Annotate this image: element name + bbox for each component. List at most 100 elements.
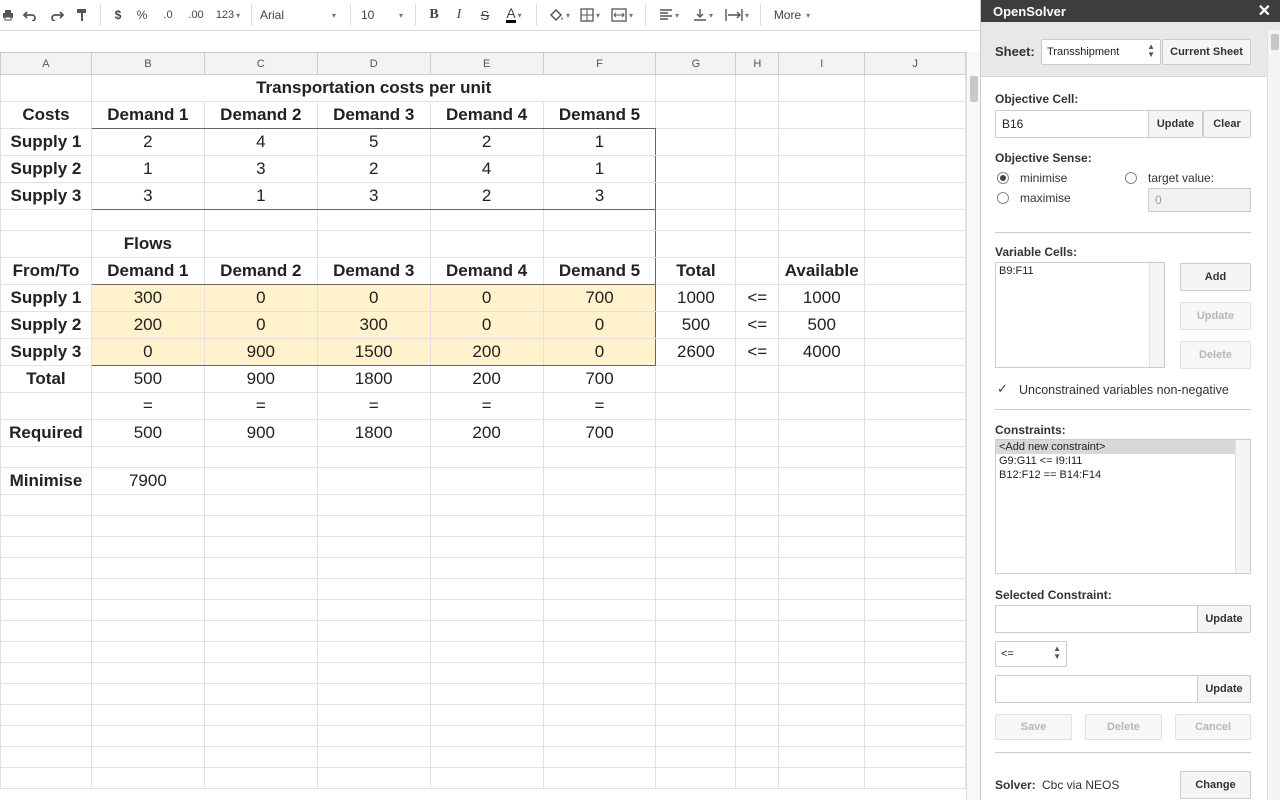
- strikethrough-button[interactable]: S: [472, 0, 498, 30]
- flow-cell[interactable]: 0: [316, 284, 431, 312]
- cost-cell[interactable]: 1: [542, 128, 657, 156]
- decrease-decimals-button[interactable]: .0: [155, 0, 181, 30]
- cell[interactable]: [316, 467, 431, 495]
- cell[interactable]: [864, 536, 966, 558]
- column-total-cell[interactable]: 700: [542, 365, 657, 393]
- cell[interactable]: [735, 467, 780, 495]
- cell[interactable]: [864, 683, 966, 705]
- cell[interactable]: [316, 209, 431, 231]
- cell[interactable]: [655, 419, 737, 447]
- cell[interactable]: [735, 182, 780, 210]
- flow-cell[interactable]: 300: [90, 284, 205, 312]
- cell[interactable]: [90, 209, 205, 231]
- cell[interactable]: [778, 557, 866, 579]
- cell[interactable]: [0, 536, 92, 558]
- demand-header-cell[interactable]: Demand 2: [203, 257, 318, 285]
- column-header[interactable]: E: [429, 52, 544, 75]
- cell[interactable]: [778, 536, 866, 558]
- cell[interactable]: [203, 599, 318, 621]
- cost-cell[interactable]: 2: [316, 155, 431, 183]
- required-cell[interactable]: 200: [429, 419, 544, 447]
- cell[interactable]: [864, 182, 966, 210]
- cell[interactable]: [203, 446, 318, 468]
- cost-cell[interactable]: 1: [203, 182, 318, 210]
- cell[interactable]: [203, 230, 318, 258]
- column-header[interactable]: I: [778, 52, 866, 75]
- cell[interactable]: [429, 683, 544, 705]
- equals-cell[interactable]: =: [203, 392, 318, 420]
- cell[interactable]: [0, 620, 92, 642]
- cancel-constraint-button[interactable]: Cancel: [1175, 714, 1251, 740]
- cell[interactable]: [735, 620, 780, 642]
- cost-cell[interactable]: 1: [90, 155, 205, 183]
- cell[interactable]: [655, 494, 737, 516]
- cell[interactable]: [655, 101, 737, 129]
- column-header[interactable]: A: [0, 52, 92, 75]
- cell[interactable]: [0, 725, 92, 747]
- flow-cell[interactable]: 900: [203, 338, 318, 366]
- constraints-list[interactable]: <Add new constraint> G9:G11 <= I9:I11 B1…: [995, 439, 1251, 574]
- cell[interactable]: [429, 515, 544, 537]
- cell[interactable]: [203, 620, 318, 642]
- cost-cell[interactable]: 2: [90, 128, 205, 156]
- cell[interactable]: [778, 446, 866, 468]
- cell[interactable]: [316, 620, 431, 642]
- demand-header-cell[interactable]: Demand 4: [429, 101, 544, 129]
- cell[interactable]: [316, 515, 431, 537]
- cell[interactable]: [90, 446, 205, 468]
- cell[interactable]: [864, 467, 966, 495]
- cell[interactable]: [90, 662, 205, 684]
- cell[interactable]: [778, 704, 866, 726]
- vertical-scrollbar[interactable]: [966, 52, 981, 800]
- text-wrapping-dropdown[interactable]: ▾: [720, 0, 754, 30]
- cell[interactable]: [90, 725, 205, 747]
- cell[interactable]: [864, 494, 966, 516]
- row-label-cell[interactable]: Supply 3: [0, 338, 92, 366]
- flow-cell[interactable]: 0: [203, 311, 318, 339]
- scrollbar-thumb[interactable]: [1271, 34, 1279, 50]
- cost-cell[interactable]: 3: [90, 182, 205, 210]
- objective-cell-input[interactable]: B16: [995, 110, 1149, 138]
- cell[interactable]: [864, 311, 966, 339]
- cell[interactable]: [542, 494, 657, 516]
- cell[interactable]: [864, 230, 966, 258]
- cell[interactable]: [864, 641, 966, 663]
- row-total-cell[interactable]: 500: [655, 311, 737, 339]
- cell[interactable]: [203, 683, 318, 705]
- cell[interactable]: [203, 746, 318, 768]
- cell[interactable]: [655, 74, 737, 102]
- cell[interactable]: [203, 662, 318, 684]
- cell[interactable]: [655, 641, 737, 663]
- cell[interactable]: [778, 230, 866, 258]
- row-label-cell[interactable]: Supply 2: [0, 155, 92, 183]
- cell[interactable]: [778, 128, 866, 156]
- cell[interactable]: [735, 101, 780, 129]
- cell[interactable]: [735, 419, 780, 447]
- required-label-cell[interactable]: Required: [0, 419, 92, 447]
- cell[interactable]: [542, 467, 657, 495]
- cell[interactable]: [316, 578, 431, 600]
- demand-header-cell[interactable]: Demand 3: [316, 257, 431, 285]
- cell[interactable]: [429, 467, 544, 495]
- cell[interactable]: [203, 704, 318, 726]
- cell[interactable]: [655, 557, 737, 579]
- available-header-cell[interactable]: Available: [778, 257, 866, 285]
- cell[interactable]: [429, 209, 544, 231]
- currency-format-button[interactable]: $: [107, 0, 129, 30]
- target-value-input[interactable]: 0: [1148, 188, 1251, 212]
- cell[interactable]: [429, 725, 544, 747]
- cell[interactable]: [655, 467, 737, 495]
- required-cell[interactable]: 1800: [316, 419, 431, 447]
- cell[interactable]: [864, 209, 966, 231]
- maximise-radio[interactable]: [997, 192, 1009, 204]
- column-header[interactable]: D: [316, 52, 431, 75]
- cell[interactable]: [864, 284, 966, 312]
- change-solver-button[interactable]: Change: [1180, 771, 1251, 799]
- flow-cell[interactable]: 0: [429, 311, 544, 339]
- cell[interactable]: [90, 599, 205, 621]
- flow-cell[interactable]: 200: [90, 311, 205, 339]
- flow-cell[interactable]: 1500: [316, 338, 431, 366]
- cell[interactable]: [203, 515, 318, 537]
- cell[interactable]: [735, 515, 780, 537]
- cell[interactable]: [778, 74, 866, 102]
